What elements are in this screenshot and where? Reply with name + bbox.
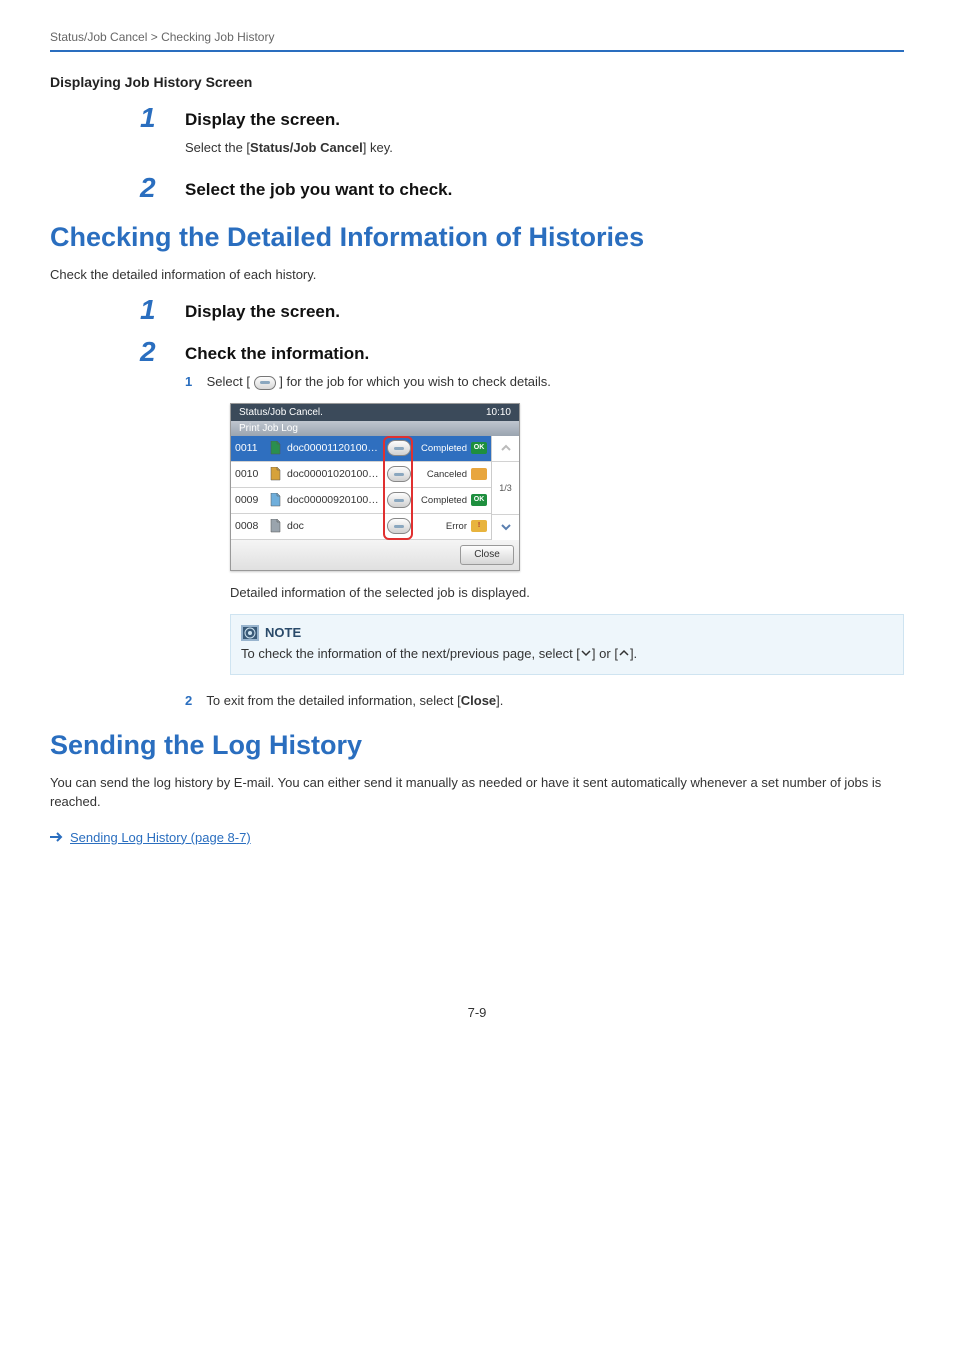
section1-title: Displaying Job History Screen xyxy=(50,74,904,90)
status-badge: OK xyxy=(471,494,487,506)
panel-body: 0011doc0000112010081817...CompletedOK001… xyxy=(231,436,519,540)
section3-lead: You can send the log history by E-mail. … xyxy=(50,773,904,812)
breadcrumb: Status/Job Cancel > Checking Job History xyxy=(50,30,904,44)
job-number: 0008 xyxy=(235,520,265,532)
section1-step1-body: Select the [Status/Job Cancel] key. xyxy=(185,138,904,158)
job-name: doc0000092010081815... xyxy=(287,494,383,506)
document-icon xyxy=(269,519,283,533)
job-number: 0009 xyxy=(235,494,265,506)
section3-heading: Sending the Log History xyxy=(50,730,904,761)
job-number: 0010 xyxy=(235,468,265,480)
text: Select [ xyxy=(207,374,250,389)
section1-step1-title: Display the screen. xyxy=(185,110,904,130)
panel-caption: Detailed information of the selected job… xyxy=(230,585,904,600)
section2-step2: 2 Check the information. xyxy=(185,344,904,364)
sending-log-history-link[interactable]: Sending Log History (page 8-7) xyxy=(70,830,251,845)
status-badge xyxy=(471,468,487,480)
panel-screenshot: Status/Job Cancel. 10:10 Print Job Log 0… xyxy=(230,403,904,571)
detail-button[interactable] xyxy=(387,440,411,456)
section2-lead: Check the detailed information of each h… xyxy=(50,265,904,285)
text: ] or [ xyxy=(592,646,618,661)
chevron-down-icon xyxy=(580,645,592,657)
step-number-1: 1 xyxy=(140,102,156,134)
text: ] for the job for which you wish to chec… xyxy=(279,374,551,389)
section1-step2: 2 Select the job you want to check. xyxy=(185,180,904,200)
job-row[interactable]: 0008 doc Error! xyxy=(231,514,491,540)
detail-button-icon xyxy=(254,376,276,390)
chevron-up-icon xyxy=(618,645,630,657)
section2-heading: Checking the Detailed Information of His… xyxy=(50,222,904,253)
header-rule xyxy=(50,50,904,52)
job-status: Error xyxy=(415,521,467,532)
step-number-2: 2 xyxy=(140,172,156,204)
section2-step2-title: Check the information. xyxy=(185,344,904,364)
section2-step1: 1 Display the screen. xyxy=(185,302,904,322)
document-icon xyxy=(269,441,283,455)
job-name: doc xyxy=(287,520,383,532)
scroll-column: 1/3 xyxy=(491,436,519,540)
scroll-up-button[interactable] xyxy=(492,436,519,462)
job-name: doc0000102010081815... xyxy=(287,468,383,480)
text: Select the [ xyxy=(185,140,250,155)
panel-titlebar: Status/Job Cancel. 10:10 xyxy=(231,404,519,421)
section2-step1-title: Display the screen. xyxy=(185,302,904,322)
step-number-1: 1 xyxy=(140,294,156,326)
section2-substep1: 1 Select [ ] for the job for which you w… xyxy=(185,372,904,393)
scroll-down-button[interactable] xyxy=(492,514,519,540)
panel-subtitle: Print Job Log xyxy=(231,421,519,436)
status-badge: OK xyxy=(471,442,487,454)
page-number: 7-9 xyxy=(50,1005,904,1020)
text: To check the information of the next/pre… xyxy=(241,646,580,661)
close-label: Close xyxy=(461,693,496,708)
substep-number: 2 xyxy=(185,691,203,712)
detail-button[interactable] xyxy=(387,466,411,482)
job-name: doc0000112010081817... xyxy=(287,442,383,454)
panel-title-text: Status/Job Cancel. xyxy=(239,407,323,418)
text: ]. xyxy=(496,693,503,708)
job-status: Completed xyxy=(415,495,467,506)
step-number-2: 2 xyxy=(140,336,156,368)
arrow-right-icon xyxy=(50,830,64,845)
job-rows: 0011doc0000112010081817...CompletedOK001… xyxy=(231,436,519,540)
panel-footer: Close xyxy=(231,540,519,570)
detail-button[interactable] xyxy=(387,492,411,508)
note-icon xyxy=(241,625,259,641)
text: ]. xyxy=(630,646,637,661)
section2-substep2: 2 To exit from the detailed information,… xyxy=(185,691,904,712)
job-log-panel: Status/Job Cancel. 10:10 Print Job Log 0… xyxy=(230,403,520,571)
job-status: Canceled xyxy=(415,469,467,480)
page-indicator: 1/3 xyxy=(492,462,519,514)
job-row[interactable]: 0009 doc0000092010081815... Completed OK xyxy=(231,488,491,514)
panel-time: 10:10 xyxy=(486,407,511,418)
note-label: NOTE xyxy=(265,623,301,643)
job-row[interactable]: 0011 doc0000112010081817... Completed OK xyxy=(231,436,491,462)
note-box: NOTE To check the information of the nex… xyxy=(230,614,904,675)
text: To exit from the detailed information, s… xyxy=(206,693,460,708)
section1-step2-title: Select the job you want to check. xyxy=(185,180,904,200)
section1-step1: 1 Display the screen. Select the [Status… xyxy=(185,110,904,158)
note-heading: NOTE xyxy=(241,623,893,643)
job-row[interactable]: 0010 doc0000102010081815... Canceled xyxy=(231,462,491,488)
close-button[interactable]: Close xyxy=(460,545,514,565)
job-number: 0011 xyxy=(235,442,265,454)
document-icon xyxy=(269,493,283,507)
job-status: Completed xyxy=(415,443,467,454)
key-name: Status/Job Cancel xyxy=(250,140,363,155)
status-badge: ! xyxy=(471,520,487,532)
cross-reference: Sending Log History (page 8-7) xyxy=(50,830,904,845)
substep-number: 1 xyxy=(185,372,203,393)
text: ] key. xyxy=(363,140,393,155)
document-icon xyxy=(269,467,283,481)
detail-button[interactable] xyxy=(387,518,411,534)
